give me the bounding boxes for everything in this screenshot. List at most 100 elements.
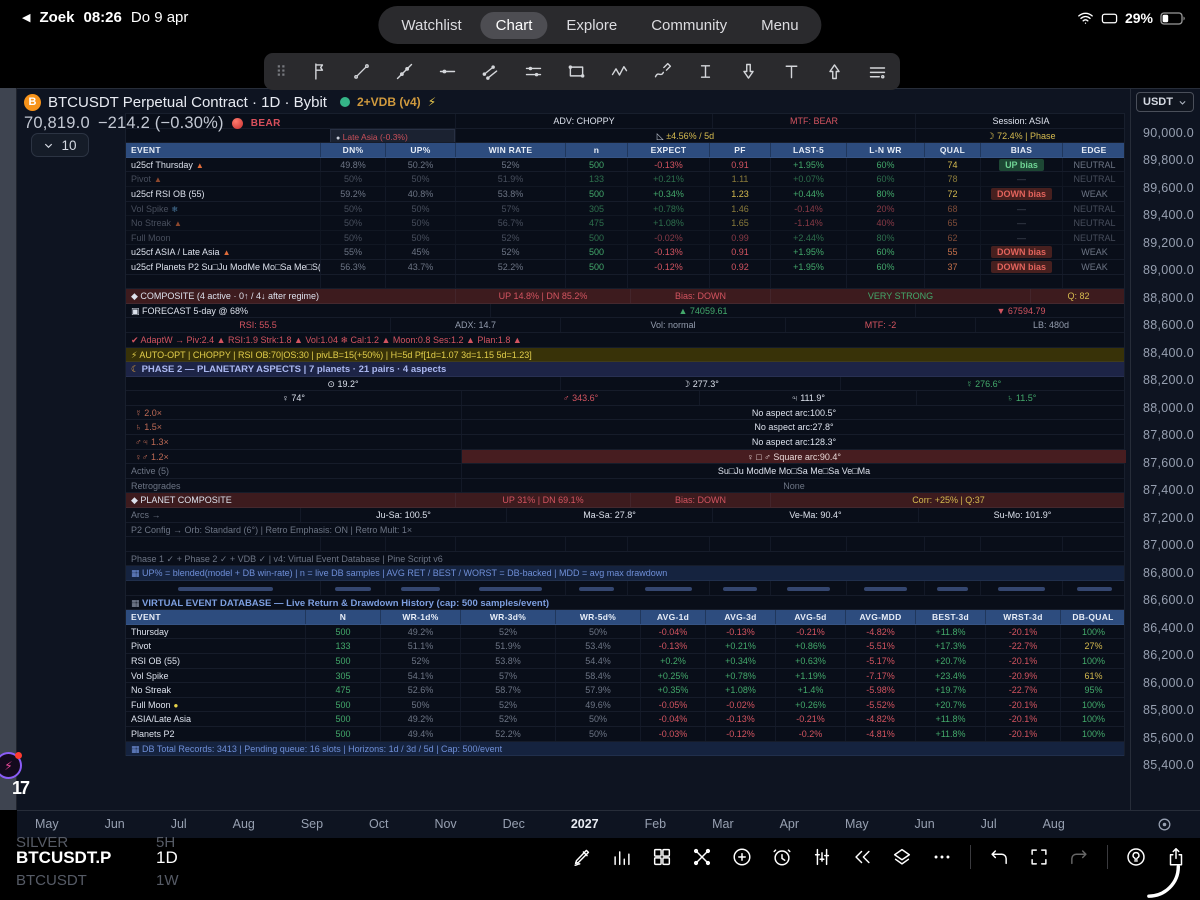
- time-axis-label: 2027: [570, 817, 599, 831]
- empty-grid-row: [126, 537, 1124, 552]
- patterns-icon[interactable]: [864, 59, 890, 85]
- time-axis-label: Jun: [914, 817, 935, 831]
- vdb-value: +1.4%: [776, 683, 846, 697]
- placeholder-bar: [723, 586, 757, 591]
- wifi-icon: [1077, 11, 1094, 25]
- more-icon[interactable]: [930, 845, 954, 869]
- event-value: 40%: [847, 216, 925, 230]
- alert-clock-icon[interactable]: [770, 845, 794, 869]
- zigzag-icon[interactable]: [606, 59, 632, 85]
- skeleton-cell: [710, 581, 771, 595]
- object-tree-icon[interactable]: [810, 845, 834, 869]
- arrow-up-icon[interactable]: [821, 59, 847, 85]
- price-axis-label: 86,200.0: [1143, 648, 1195, 662]
- event-value: -0.13%: [628, 245, 710, 259]
- composite-quality: Q: 82: [1067, 291, 1090, 302]
- rectangle-icon[interactable]: [563, 59, 589, 85]
- chart-area[interactable]: 90,000.0 89,800.0 89,600.0 89,400.0 89,200.0…: [17, 88, 1200, 810]
- aspect-value: ♀ □ ♂ Square arc:90.4°: [462, 449, 1126, 464]
- event-row: u25cf RSI OB (55) 59.2% 40.8% 53.8% 500 +0.34…: [126, 186, 1124, 202]
- planet-composite-bias: Bias: DOWN: [631, 493, 771, 508]
- parallel-channel-icon[interactable]: [477, 59, 503, 85]
- drag-handle-icon[interactable]: ⠿: [274, 59, 288, 85]
- scroll-to-realtime-icon[interactable]: [1156, 816, 1173, 838]
- brush-icon[interactable]: [649, 59, 675, 85]
- fire-icon: ▲: [222, 248, 231, 258]
- annotation-flag-icon[interactable]: [305, 59, 331, 85]
- event-value: 56.3%: [321, 259, 386, 274]
- event-value: 50.2%: [386, 157, 456, 172]
- bar-count-value: 10: [61, 137, 77, 153]
- planet-position: ♃ 111.9°: [700, 391, 917, 405]
- toolbar-divider: [970, 845, 971, 869]
- add-circle-icon[interactable]: [730, 845, 754, 869]
- aspect-label: ♂♃ 1.3×: [126, 435, 462, 449]
- tab-watchlist[interactable]: Watchlist: [386, 12, 476, 39]
- redo-icon[interactable]: [1067, 845, 1091, 869]
- publish-idea-icon[interactable]: [1124, 845, 1148, 869]
- fullscreen-icon[interactable]: [1027, 845, 1051, 869]
- vdb-column-header: AVG-MDD: [846, 610, 916, 624]
- column-header: DN%: [321, 143, 386, 157]
- vdb-column-header: WR-5d%: [556, 610, 641, 624]
- multichart-layout-icon[interactable]: [650, 845, 674, 869]
- vdb-value: 58.4%: [556, 668, 641, 683]
- empty-cell: [771, 537, 847, 551]
- side-panel-edge[interactable]: [0, 88, 17, 810]
- placeholder-bar: [178, 586, 273, 591]
- tradingview-logo[interactable]: 17: [12, 778, 30, 799]
- vdb-value: -0.05%: [641, 697, 706, 712]
- planet-composite-corr: Corr: +25% | Q:37: [912, 495, 985, 506]
- disjoint-channel-icon[interactable]: [520, 59, 546, 85]
- vdb-event-name: ASIA/Late Asia: [126, 712, 306, 726]
- tab-menu[interactable]: Menu: [746, 12, 814, 39]
- column-header: LAST-5: [771, 143, 847, 157]
- indicators-icon[interactable]: [610, 845, 634, 869]
- text-icon[interactable]: [778, 59, 804, 85]
- symbol-switcher-item[interactable]: BTCUSDT 1W: [16, 872, 179, 889]
- event-value: —: [981, 172, 1063, 186]
- vdb-value: -4.82%: [846, 624, 916, 639]
- layers-icon[interactable]: [890, 845, 914, 869]
- currency-selector[interactable]: USDT: [1136, 92, 1194, 112]
- indicator-name[interactable]: 2+VDB (v4): [357, 95, 421, 109]
- event-value: 500: [566, 245, 628, 259]
- back-to-app-icon[interactable]: ◀: [22, 11, 30, 24]
- time-axis[interactable]: May Jun Jul Aug Sep Oct Nov Dec 2027 Feb Mar Apr May…: [17, 810, 1200, 838]
- price-axis-label: 88,800.0: [1143, 290, 1195, 305]
- arrow-down-icon[interactable]: [735, 59, 761, 85]
- undo-icon[interactable]: [987, 845, 1011, 869]
- vdb-value: 51.1%: [381, 639, 461, 653]
- bar-replay-icon[interactable]: [850, 845, 874, 869]
- fire-icon: ▲: [174, 219, 182, 229]
- status-time: 08:26: [83, 9, 122, 26]
- tab-chart[interactable]: Chart: [480, 11, 548, 39]
- column-header: EXPECT: [628, 143, 710, 157]
- price-axis-label: 89,200.0: [1143, 235, 1195, 250]
- price-range-icon[interactable]: [692, 59, 718, 85]
- vdb-title: ▦ VIRTUAL EVENT DATABASE — Live Return &…: [131, 597, 550, 609]
- extended-line-icon[interactable]: [391, 59, 417, 85]
- horizontal-line-icon[interactable]: [434, 59, 460, 85]
- strategy-tester-icon[interactable]: [690, 845, 714, 869]
- vdb-value: -5.52%: [846, 697, 916, 712]
- event-value: 60%: [847, 157, 925, 172]
- event-value: +1.08%: [628, 216, 710, 230]
- arc-value: Ma-Sa: 27.8°: [507, 508, 713, 522]
- trend-line-icon[interactable]: [348, 59, 374, 85]
- floating-button-arc[interactable]: [1146, 862, 1184, 900]
- symbol-name: BTCUSDT.P: [16, 848, 112, 867]
- symbol-switcher-item[interactable]: BTCUSDT.P 1D: [16, 848, 178, 868]
- event-value: 50%: [321, 172, 386, 186]
- back-to-app-label[interactable]: Zoek: [39, 9, 74, 26]
- symbol-title[interactable]: BTCUSDT Perpetual Contract · 1D · Bybit: [48, 94, 327, 111]
- magic-pen-icon[interactable]: [570, 845, 594, 869]
- tab-explore[interactable]: Explore: [551, 12, 632, 39]
- event-row: u25cf Thursday ▲ 49.8% 50.2% 52% 500 -0.13% 0.9…: [126, 157, 1124, 173]
- vdb-event-name: Vol Spike: [126, 668, 306, 683]
- event-value: 59.2%: [321, 186, 386, 201]
- bar-count-button[interactable]: 10: [31, 133, 89, 157]
- lightning-icon: ⚡: [427, 95, 437, 109]
- event-value: 55: [925, 245, 981, 259]
- tab-community[interactable]: Community: [636, 12, 742, 39]
